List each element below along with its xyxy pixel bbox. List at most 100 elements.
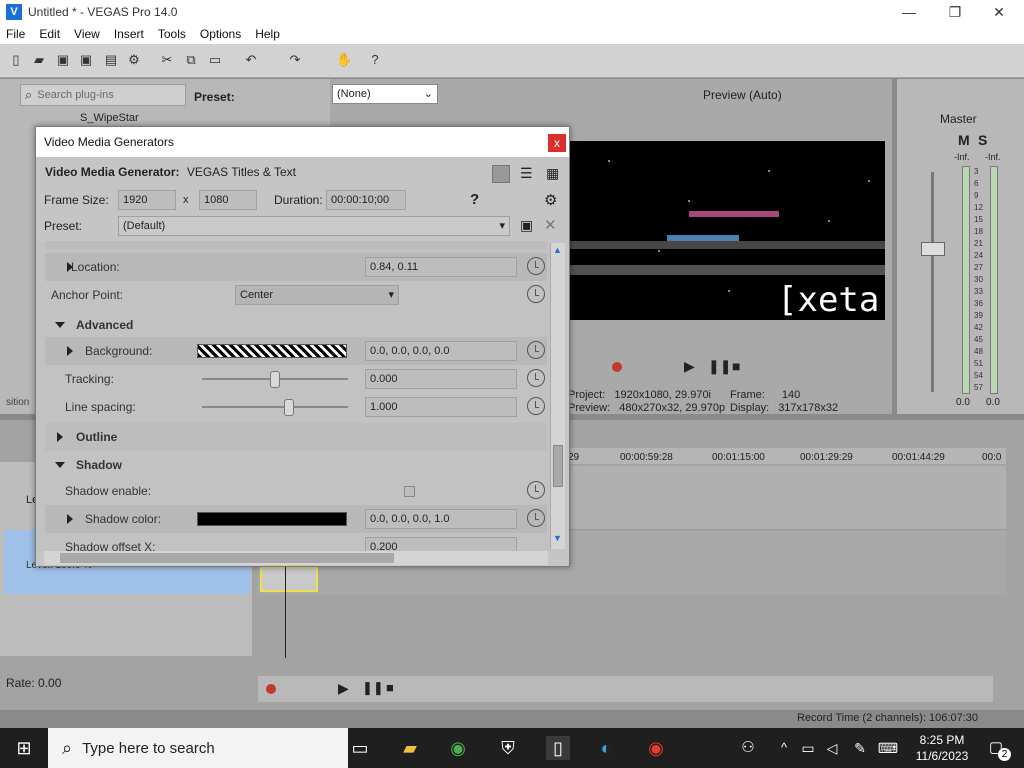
taskbar-search-box[interactable]: ⌕ Type here to search [48,728,348,768]
menu-view[interactable]: View [74,27,100,41]
outline-section[interactable]: Outline [45,423,547,451]
background-input[interactable]: 0.0, 0.0, 0.0, 0.0 [365,341,517,361]
line-spacing-slider[interactable] [202,399,348,416]
pause-icon[interactable]: ❚❚ [708,358,731,375]
edge-icon[interactable]: ◐ [594,736,618,760]
shadow-color-swatch[interactable] [197,512,347,526]
tracking-slider-thumb[interactable] [270,371,280,388]
plugin-search[interactable]: ⌕ Search plug-ins [20,84,186,106]
new-file-icon[interactable]: ▯ [8,52,24,68]
keyboard-icon[interactable]: ⌨ [876,736,900,760]
master-fader-handle[interactable] [921,242,945,256]
grid-view-icon[interactable]: ▦ [546,165,559,182]
timeline-record-icon[interactable] [266,684,276,694]
keyframe-clock-icon[interactable] [527,369,545,387]
shadow-offset-input[interactable]: 0.200 [365,537,517,551]
duration-input[interactable]: 00:00:10;00 [326,190,406,210]
keyframe-clock-icon[interactable] [527,397,545,415]
menu-tools[interactable]: Tools [158,27,186,41]
timeline-pause-icon[interactable]: ❚❚ [362,680,384,696]
plugin-search-input[interactable]: Search plug-ins [37,89,113,101]
hand-icon[interactable]: ✋ [336,52,352,68]
text-event-clip[interactable] [260,566,318,592]
delete-preset-icon[interactable]: ✕ [544,216,557,234]
location-input[interactable]: 0.84, 0.11 [365,257,517,277]
anchor-point-dropdown[interactable]: Center ▾ [235,285,399,305]
line-spacing-input[interactable]: 1.000 [365,397,517,417]
preset-dropdown[interactable]: (Default) ▾ [118,216,510,236]
line-spacing-slider-thumb[interactable] [284,399,294,416]
vertical-scroll-thumb[interactable] [553,445,563,487]
background-color-swatch[interactable] [197,344,347,358]
minimize-button[interactable]: — [886,0,932,24]
transition-tab[interactable]: sition [6,397,29,408]
people-icon[interactable]: ⚇ [736,736,760,760]
detail-view-icon[interactable]: ☰ [520,165,533,182]
keyframe-clock-icon[interactable] [527,341,545,359]
save-icon[interactable]: ▣ [55,52,71,68]
taskbar-clock[interactable]: 8:25 PM 11/6/2023 [912,732,972,764]
menu-options[interactable]: Options [200,27,241,41]
shadow-color-input[interactable]: 0.0, 0.0, 0.0, 1.0 [365,509,517,529]
preview-quality[interactable]: Preview (Auto) [703,88,782,102]
horizontal-scroll-thumb[interactable] [60,553,394,563]
taskbar-search-input[interactable]: Type here to search [82,740,215,757]
menu-edit[interactable]: Edit [39,27,60,41]
copy-icon[interactable]: ⧉ [183,52,199,68]
tracking-input[interactable]: 0.000 [365,369,517,389]
playhead-cursor[interactable] [285,566,286,658]
settings-gear-icon[interactable]: ⚙ [126,52,142,68]
solo-button[interactable]: S [978,132,987,148]
help-question-icon[interactable]: ? [470,191,479,208]
save-preset-icon[interactable]: ▣ [520,217,533,234]
shadow-enable-checkbox[interactable] [404,486,415,497]
volume-icon[interactable]: ◁ [820,736,844,760]
list-view-icon[interactable] [492,165,510,183]
task-view-icon[interactable]: ▭ [348,736,372,760]
scroll-down-icon[interactable]: ▼ [553,533,562,543]
dialog-close-button[interactable]: x [548,134,566,152]
shadow-section[interactable]: Shadow [45,451,547,479]
keyframe-clock-icon[interactable] [527,481,545,499]
file-explorer-icon[interactable]: ▰ [398,736,422,760]
collapse-arrow-icon[interactable] [55,462,65,468]
expand-arrow-icon[interactable] [67,346,73,356]
stop-icon[interactable]: ■ [732,358,740,374]
expand-arrow-icon[interactable] [67,514,73,524]
menu-insert[interactable]: Insert [114,27,144,41]
network-icon[interactable]: ▭ [796,736,820,760]
play-icon[interactable]: ▶ [684,358,695,375]
tracking-slider[interactable] [202,371,348,388]
chrome-icon[interactable]: ◉ [446,736,470,760]
paste-icon[interactable]: ▭ [207,52,223,68]
tray-chevron-up-icon[interactable]: ^ [772,736,796,760]
maximize-button[interactable]: ❐ [932,0,978,24]
windows-start-icon[interactable]: ⊞ [12,736,36,760]
redo-icon[interactable]: ↷ [287,52,303,68]
record-icon[interactable] [612,362,622,372]
help-icon[interactable]: ? [367,52,383,68]
open-folder-icon[interactable]: ▰ [31,52,47,68]
collapse-arrow-icon[interactable] [55,322,65,328]
keyframe-clock-icon[interactable] [527,509,545,527]
timeline-play-icon[interactable]: ▶ [338,680,349,697]
dialog-settings-gear-icon[interactable]: ⚙ [544,191,557,209]
close-button[interactable]: ✕ [976,0,1022,24]
document-app-icon[interactable]: ▯ [546,736,570,760]
save-as-icon[interactable]: ▣ [78,52,94,68]
properties-horizontal-scrollbar[interactable] [44,551,548,565]
scroll-up-icon[interactable]: ▲ [553,245,562,255]
preview-fx-dropdown[interactable]: (None) ⌄ [332,84,438,104]
timeline-stop-icon[interactable]: ■ [386,680,394,695]
render-icon[interactable]: ▤ [103,52,119,68]
menu-file[interactable]: File [6,27,25,41]
menu-help[interactable]: Help [255,27,280,41]
keyframe-clock-icon[interactable] [527,257,545,275]
advanced-section[interactable]: Advanced [45,311,547,339]
keyframe-clock-icon[interactable] [527,285,545,303]
cut-icon[interactable]: ✂ [159,52,175,68]
pen-icon[interactable]: ✎ [848,736,872,760]
expand-arrow-icon[interactable] [57,432,63,442]
mute-button[interactable]: M [958,132,970,148]
frame-width-input[interactable]: 1920 [118,190,176,210]
